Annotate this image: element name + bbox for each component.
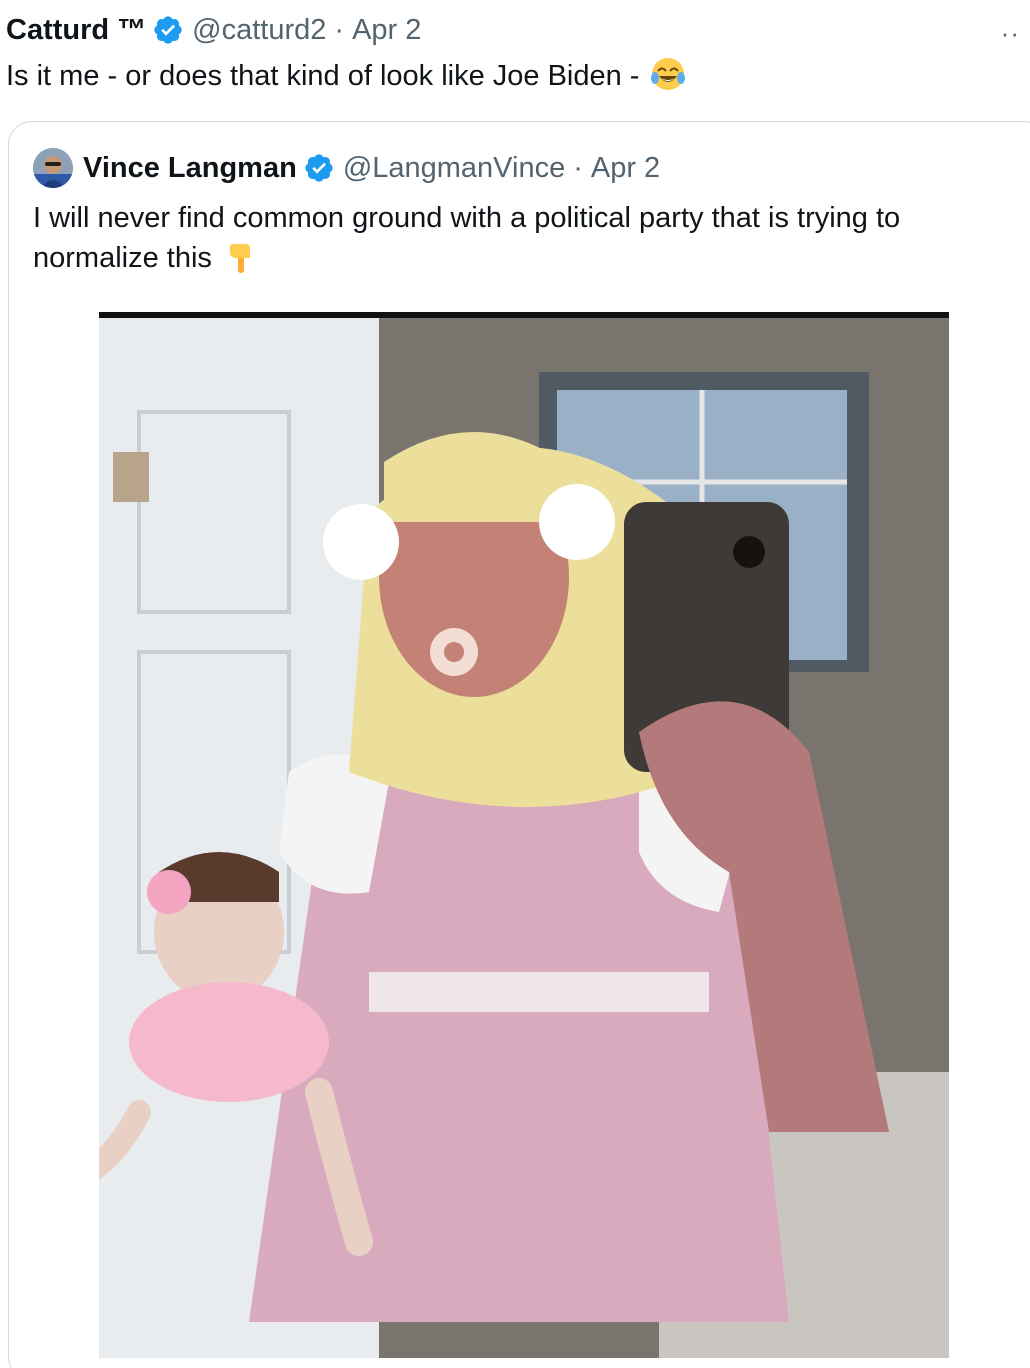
author-handle[interactable]: @catturd2 xyxy=(192,14,326,47)
quoted-tweet-text-content: I will never find common ground with a p… xyxy=(33,202,901,274)
quoted-author-name[interactable]: Vince Langman xyxy=(83,152,297,185)
quoted-author-handle[interactable]: @LangmanVince xyxy=(343,152,565,185)
pointing-down-emoji-icon xyxy=(229,244,250,273)
quoted-tweet-card[interactable]: Vince Langman @LangmanVince · Apr 2 I wi… xyxy=(8,121,1030,1368)
quoted-tweet-date[interactable]: Apr 2 xyxy=(591,152,660,185)
tweet-text: Is it me - or does that kind of look lik… xyxy=(6,56,686,95)
meta-separator: · xyxy=(573,151,583,184)
tweet-date[interactable]: Apr 2 xyxy=(352,14,421,47)
quoted-tweet-text: I will never find common ground with a p… xyxy=(33,198,1023,278)
tears-of-joy-emoji-icon xyxy=(650,58,685,90)
verified-badge-icon xyxy=(154,16,182,44)
tweet-header: Catturd ™ @catturd2 · Apr 2 xyxy=(6,10,421,50)
quoted-tweet-header: Vince Langman @LangmanVince · Apr 2 xyxy=(33,148,660,188)
more-options-icon[interactable]: ·· xyxy=(1001,18,1020,49)
meta-separator: · xyxy=(334,13,345,46)
verified-badge-icon xyxy=(305,154,333,182)
avatar[interactable] xyxy=(33,148,73,188)
media-image[interactable] xyxy=(99,312,949,1358)
author-name[interactable]: Catturd ™ xyxy=(6,14,146,47)
tweet-text-content: Is it me - or does that kind of look lik… xyxy=(6,60,648,92)
